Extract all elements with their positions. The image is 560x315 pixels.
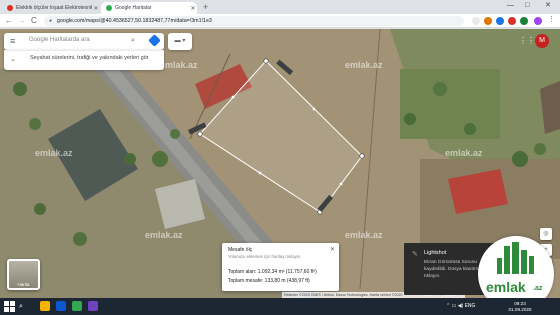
watermark-text: emlak.az (160, 60, 198, 70)
logo-tld: .az (533, 285, 543, 292)
browser-tab-strip: Elektrik ölçülər İnşaat Elektrotexniki..… (0, 0, 560, 14)
measure-title: Mesafe ölç (228, 247, 253, 253)
extension-icon[interactable] (508, 17, 516, 25)
extension-icon[interactable] (520, 17, 528, 25)
reload-button[interactable]: C (31, 15, 37, 27)
bookmark-star-icon[interactable] (472, 17, 480, 25)
address-bar[interactable]: ● google.com/maps/@40.4536527,50.1832487… (44, 16, 464, 26)
app-icon[interactable] (88, 301, 98, 311)
close-icon[interactable]: ✕ (330, 246, 335, 253)
maximize-button[interactable]: □ (525, 1, 529, 11)
watermark-text: emlak.az (345, 230, 383, 240)
search-icon[interactable]: ⌕ (131, 37, 135, 45)
total-area: Toplam alan: 1.092,34 m² (11.757,60 ft²) (228, 269, 317, 275)
watermark-text: emlak.az (345, 60, 383, 70)
system-tray[interactable]: ⌃ ▭ ◀) ENG (446, 303, 475, 309)
menu-icon[interactable]: ≡ (10, 36, 15, 46)
screen: Elektrik ölçülər İnşaat Elektrotexniki..… (0, 0, 560, 315)
windows-start-icon[interactable] (4, 301, 15, 312)
tab-title: Elektrik ölçülər İnşaat Elektrotexniki..… (16, 5, 92, 11)
taskbar-search-icon[interactable]: ⌕ (19, 302, 23, 311)
browser-tab-1[interactable]: Elektrik ölçülər İnşaat Elektrotexniki..… (2, 2, 100, 14)
lock-icon: ● (49, 18, 53, 24)
taskbar-clock[interactable]: 09:23 01.09.2020 (500, 301, 540, 312)
forward-button[interactable]: → (18, 15, 26, 27)
back-button[interactable]: ← (5, 15, 13, 27)
clock-date: 01.09.2020 (508, 306, 532, 312)
map-type-label: Harita (17, 282, 30, 287)
browser-toolbar: ← → C ● google.com/maps/@40.4536527,50.1… (0, 14, 560, 28)
measure-distance-card: Mesafe ölç ✕ Yolunuzu eklemek için harit… (222, 243, 339, 291)
google-apps-icon[interactable]: ⋮⋮⋮ (519, 36, 543, 46)
directions-icon[interactable] (148, 34, 161, 47)
minimize-button[interactable]: — (507, 1, 514, 11)
map-type-toggle[interactable]: Harita (7, 259, 40, 290)
windows-taskbar: ⌕ ⌃ ▭ ◀) ENG 09:23 01.09.2020 (0, 298, 560, 315)
chrome-menu-icon[interactable]: ⋮ (548, 16, 556, 24)
profile-icon[interactable] (534, 17, 542, 25)
edge-icon[interactable] (56, 301, 66, 311)
browser-tab-2[interactable]: Google Haritalar ✕ (101, 2, 197, 14)
logo-word: emlak (486, 279, 526, 295)
url-text: google.com/maps/@40.4536527,50.1832487,7… (57, 18, 212, 24)
chrome-icon[interactable] (72, 301, 82, 311)
tab-close-icon[interactable]: ✕ (189, 5, 197, 12)
notification-title: Lightshot (424, 250, 447, 256)
maps-search-box[interactable]: ≡ Google Haritalarda ara ⌕ (4, 33, 164, 50)
extension-icon[interactable] (496, 17, 504, 25)
watermark-text: emlak.az (445, 148, 483, 158)
total-distance: Toplam mesafe: 133,80 m (438,97 ft) (228, 278, 310, 284)
account-avatar[interactable]: M (535, 34, 549, 48)
tab-close-icon[interactable]: ✕ (92, 5, 100, 12)
watermark-text: emlak.az (35, 148, 73, 158)
measure-hint: Yolunuzu eklemek için haritayı tıklayın (228, 254, 301, 259)
search-input[interactable]: Google Haritalarda ara (29, 37, 90, 43)
close-window-button[interactable]: ✕ (545, 1, 551, 11)
watermark-text: emlak.az (145, 230, 183, 240)
tab-favicon-icon (7, 5, 13, 11)
feather-icon: ✎ (412, 251, 418, 258)
notification-body: Ekran Görüntüsü Sorunu kaydedildi. Dosya… (424, 260, 484, 279)
new-tab-button[interactable]: + (203, 2, 208, 12)
maps-favicon-icon (106, 5, 112, 11)
chevron-down-icon: ⌄ (10, 56, 16, 63)
tab-title: Google Haritalar (115, 5, 152, 11)
file-explorer-icon[interactable] (40, 301, 50, 311)
extension-icon[interactable] (484, 17, 492, 25)
travel-suggestion[interactable]: ⌄ Seyahat sürelerini, trafiği ve yakında… (4, 50, 164, 70)
layers-button[interactable]: ▬ ▾ (168, 33, 192, 50)
suggestion-text: Seyahat sürelerini, trafiği ve yakındaki… (30, 55, 149, 61)
